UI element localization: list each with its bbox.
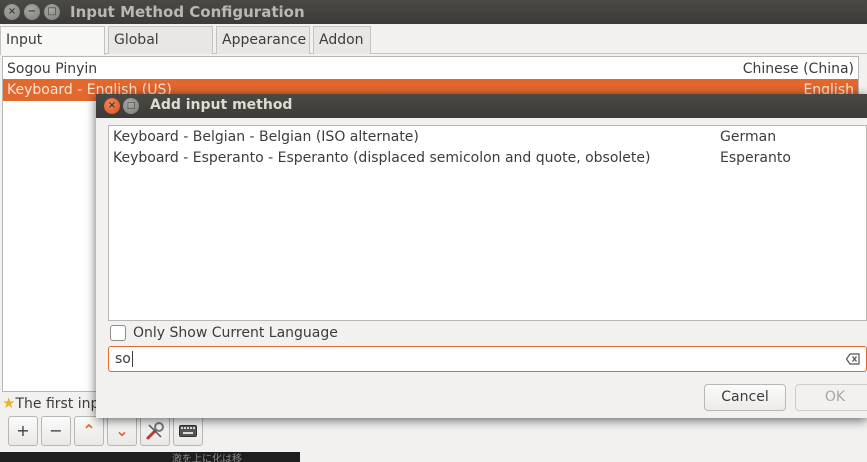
keyboard-icon: [179, 425, 197, 437]
result-name: Keyboard - Esperanto - Esperanto (displa…: [113, 150, 651, 166]
only-current-language-checkbox[interactable]: [110, 325, 126, 341]
move-down-button[interactable]: ⌄: [107, 416, 137, 446]
search-input-value: so: [115, 351, 133, 367]
result-language: German: [720, 129, 777, 145]
move-up-button[interactable]: ⌃: [74, 416, 104, 446]
window-title: Input Method Configuration: [70, 3, 305, 21]
background-taskbar: 激を上に化は移: [0, 452, 300, 462]
remove-input-method-button[interactable]: −: [41, 416, 71, 446]
add-input-method-dialog: × □ Add input method Keyboard - Belgian …: [96, 94, 867, 418]
tab-addon[interactable]: Addon: [313, 26, 371, 54]
background-text: 激を上に化は移: [172, 454, 242, 462]
window-titlebar: × − □ Input Method Configuration: [0, 0, 867, 24]
ok-button[interactable]: OK: [795, 384, 867, 411]
add-input-method-button[interactable]: +: [8, 416, 38, 446]
search-results-list: Keyboard - Belgian - Belgian (ISO altern…: [108, 125, 867, 321]
hint-text: The first inp: [15, 396, 100, 412]
clear-search-icon[interactable]: [846, 353, 860, 365]
window-close-icon[interactable]: ×: [4, 4, 20, 20]
tab-appearance[interactable]: Appearance: [216, 26, 310, 54]
tab-bar: Input Method Global Config Appearance Ad…: [0, 26, 867, 74]
window-maximize-icon[interactable]: □: [44, 4, 60, 20]
dialog-close-icon[interactable]: ×: [104, 98, 120, 114]
tab-input-method[interactable]: Input Method: [0, 26, 105, 74]
window-minimize-icon[interactable]: −: [24, 4, 40, 20]
cancel-button[interactable]: Cancel: [704, 384, 786, 411]
star-icon: ★: [2, 394, 16, 412]
keyboard-layout-button[interactable]: [173, 416, 203, 446]
list-item[interactable]: Keyboard - Belgian - Belgian (ISO altern…: [109, 127, 866, 148]
wrench-icon: [146, 422, 164, 440]
dialog-title: Add input method: [150, 97, 293, 113]
only-current-language-label: Only Show Current Language: [133, 325, 338, 341]
result-language: Esperanto: [720, 150, 791, 166]
input-method-name: Sogou Pinyin: [7, 61, 98, 77]
dialog-titlebar: × □ Add input method: [96, 94, 867, 118]
list-item[interactable]: Keyboard - Esperanto - Esperanto (displa…: [109, 148, 866, 169]
configure-button[interactable]: [140, 416, 170, 446]
list-item[interactable]: Sogou Pinyin Chinese (China): [3, 58, 858, 80]
input-method-language: Chinese (China): [742, 61, 854, 77]
result-name: Keyboard - Belgian - Belgian (ISO altern…: [113, 129, 419, 145]
search-input[interactable]: so: [108, 346, 867, 372]
dialog-minimize-icon[interactable]: □: [123, 98, 139, 114]
tab-global-config[interactable]: Global Config: [108, 26, 213, 74]
